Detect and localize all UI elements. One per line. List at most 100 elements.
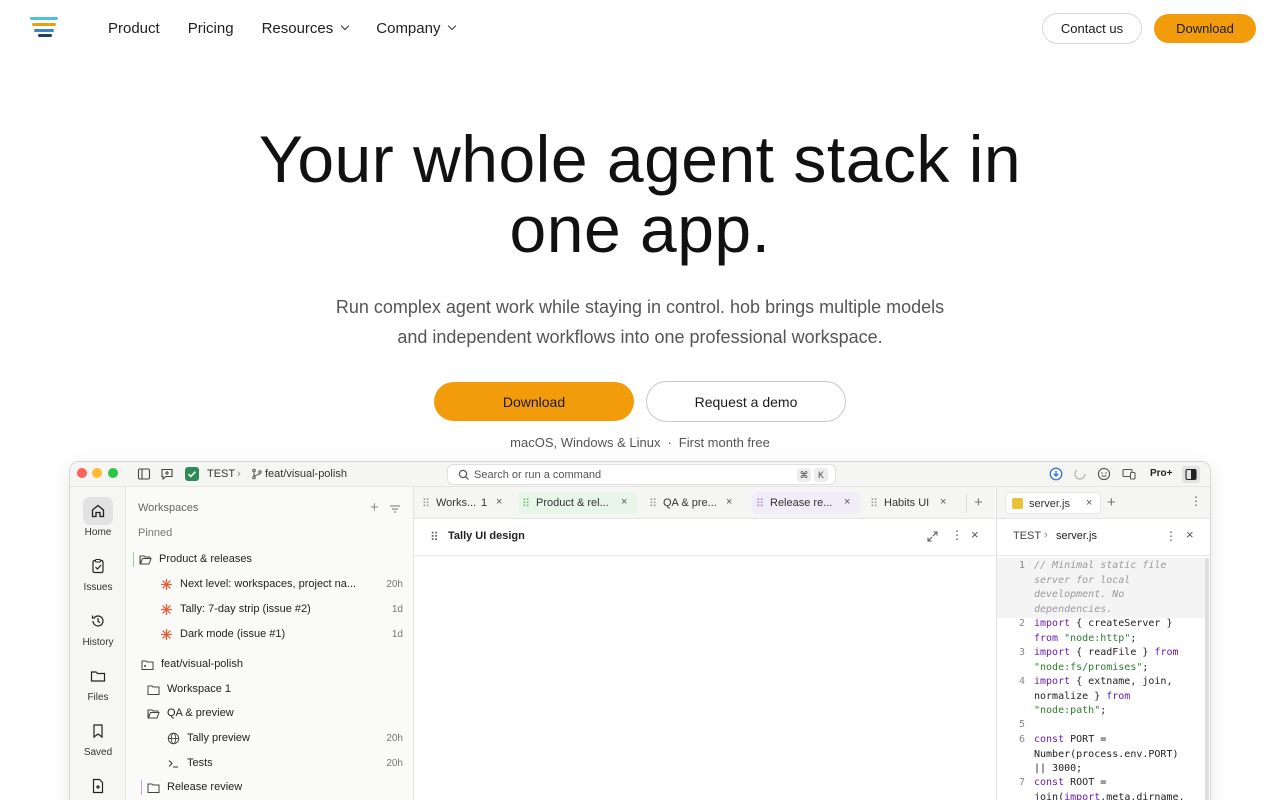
- offer-text: First month free: [678, 435, 770, 450]
- brand-logo-icon[interactable]: [30, 17, 58, 37]
- close-tab-icon[interactable]: ×: [844, 496, 850, 508]
- close-tab-icon[interactable]: ×: [726, 496, 732, 508]
- activity-rail: Home Issues History Files Saved: [70, 487, 126, 800]
- tab-count: 1: [481, 497, 488, 509]
- panel-layout-icon[interactable]: [1182, 466, 1200, 483]
- hero-title-line: Your whole agent stack in: [258, 122, 1022, 196]
- folder-icon: [83, 662, 113, 690]
- emoji-icon[interactable]: [1097, 467, 1111, 481]
- add-tab-icon[interactable]: +: [1107, 494, 1116, 511]
- grid-icon: ⠿: [756, 498, 765, 510]
- minimize-window-icon[interactable]: [92, 468, 102, 478]
- sidebar-toggle-icon[interactable]: [137, 467, 151, 481]
- rail-item-notes[interactable]: [70, 772, 126, 800]
- platforms-text: macOS, Windows & Linux: [510, 435, 661, 450]
- code-line: const PORT = Number(process.env.PORT) ||…: [1034, 734, 1179, 774]
- hero-subtitle-line: Run complex agent work while staying in …: [335, 297, 945, 317]
- tab-label: Habits UI: [884, 497, 930, 509]
- expand-icon[interactable]: [927, 531, 938, 542]
- contact-us-button[interactable]: Contact us: [1042, 13, 1142, 44]
- tab-server-js[interactable]: server.js ×: [1005, 492, 1101, 514]
- shortcut-key: K: [814, 468, 828, 482]
- nav-link-resources[interactable]: Resources: [262, 20, 350, 37]
- devices-icon[interactable]: [1122, 467, 1136, 481]
- more-options-icon[interactable]: ⋮: [1190, 494, 1202, 508]
- tab-divider: [966, 493, 967, 513]
- rail-item-home[interactable]: Home: [70, 497, 126, 538]
- download-update-icon[interactable]: [1049, 467, 1063, 481]
- nav-links: Product Pricing Resources Company: [108, 0, 457, 56]
- workspace-label: Release review: [167, 781, 243, 793]
- more-options-icon[interactable]: ⋮: [1165, 529, 1177, 543]
- add-tab-icon[interactable]: +: [974, 494, 983, 511]
- filter-icon[interactable]: [389, 503, 401, 515]
- line-number: 7: [1018, 777, 1025, 788]
- line-number: 1: [1018, 560, 1025, 571]
- workspace-item[interactable]: QA & preview: [127, 702, 414, 726]
- pinned-indicator: [133, 552, 134, 567]
- hero-title-line: one app.: [509, 192, 771, 266]
- nav-link-company[interactable]: Company: [376, 20, 457, 37]
- tab-label: QA & pre...: [663, 497, 717, 509]
- branch-name[interactable]: feat/visual-polish: [265, 468, 347, 480]
- rail-label: History: [82, 637, 114, 648]
- more-options-icon[interactable]: ⋮: [951, 528, 963, 542]
- session-item[interactable]: Next level: workspaces, project na... 20…: [127, 573, 414, 597]
- nav-download-button[interactable]: Download: [1154, 14, 1256, 43]
- session-item[interactable]: Tests 20h: [127, 752, 414, 776]
- zoom-window-icon[interactable]: [108, 468, 118, 478]
- workspace-item[interactable]: feat/visual-polish: [127, 653, 414, 677]
- close-pane-icon[interactable]: ×: [971, 527, 979, 542]
- tab-release-review[interactable]: ⠿ Release re... ×: [752, 492, 860, 514]
- rail-label: Home: [84, 527, 112, 538]
- scrollbar[interactable]: [1205, 558, 1209, 800]
- add-workspace-icon[interactable]: +: [370, 499, 379, 516]
- rail-item-history[interactable]: History: [70, 607, 126, 648]
- hero-download-button[interactable]: Download: [434, 382, 634, 421]
- workspace-label: Product & releases: [159, 553, 252, 565]
- session-time: 20h: [386, 733, 403, 744]
- hero-subtitle: Run complex agent work while staying in …: [290, 292, 990, 352]
- rail-item-saved[interactable]: Saved: [70, 717, 126, 758]
- close-tab-icon[interactable]: ×: [496, 496, 502, 508]
- session-label: Tally preview: [187, 732, 250, 744]
- session-item[interactable]: Dark mode (issue #1) 1d: [127, 623, 414, 647]
- session-item[interactable]: Tally: 7-day strip (issue #2) 1d: [127, 598, 414, 622]
- tab-qa-preview[interactable]: ⠿ QA & pre... ×: [645, 492, 742, 514]
- command-search-input[interactable]: Search or run a command ⌘ K: [447, 464, 836, 485]
- tab-label: server.js: [1029, 498, 1070, 510]
- breadcrumb-root[interactable]: TEST: [1013, 530, 1041, 542]
- agent-icon: [161, 579, 172, 590]
- editor-header: ⠿ Tally UI design ⋮ ×: [414, 519, 995, 556]
- workspace-item[interactable]: Product & releases: [127, 548, 414, 572]
- close-pane-icon[interactable]: ×: [1186, 527, 1194, 542]
- code-line: import { extname, join, normalize } from…: [1034, 676, 1173, 716]
- terminal-icon: [168, 760, 178, 768]
- session-item[interactable]: Tally preview 20h: [127, 727, 414, 751]
- tab-workspace[interactable]: ⠿ Works... 1 ×: [418, 492, 512, 514]
- new-chat-icon[interactable]: [160, 467, 174, 481]
- code-line: // Minimal static file server for local …: [1034, 560, 1167, 615]
- rail-item-files[interactable]: Files: [70, 662, 126, 703]
- close-tab-icon[interactable]: ×: [621, 496, 627, 508]
- line-number: 6: [1018, 734, 1025, 745]
- breadcrumb-file[interactable]: server.js: [1056, 530, 1097, 542]
- tab-habits-ui[interactable]: ⠿ Habits UI ×: [866, 492, 956, 514]
- request-demo-button[interactable]: Request a demo: [646, 381, 846, 422]
- workspace-item[interactable]: Workspace 1: [127, 678, 414, 702]
- close-tab-icon[interactable]: ×: [940, 496, 946, 508]
- workspace-item[interactable]: Release review: [127, 776, 414, 800]
- tab-product-releases[interactable]: ⠿ Product & rel... ×: [518, 492, 637, 514]
- session-time: 1d: [391, 604, 403, 615]
- chevron-down-icon: [341, 21, 350, 31]
- rail-item-issues[interactable]: Issues: [70, 552, 126, 593]
- nav-link-pricing[interactable]: Pricing: [188, 20, 234, 37]
- separator: ·: [667, 435, 672, 450]
- line-number: 4: [1018, 676, 1025, 687]
- line-number: 3: [1018, 647, 1025, 658]
- project-name[interactable]: TEST: [207, 468, 235, 480]
- close-tab-icon[interactable]: ×: [1086, 497, 1092, 509]
- nav-link-product[interactable]: Product: [108, 20, 160, 37]
- close-window-icon[interactable]: [77, 468, 87, 478]
- note-icon: [83, 772, 113, 800]
